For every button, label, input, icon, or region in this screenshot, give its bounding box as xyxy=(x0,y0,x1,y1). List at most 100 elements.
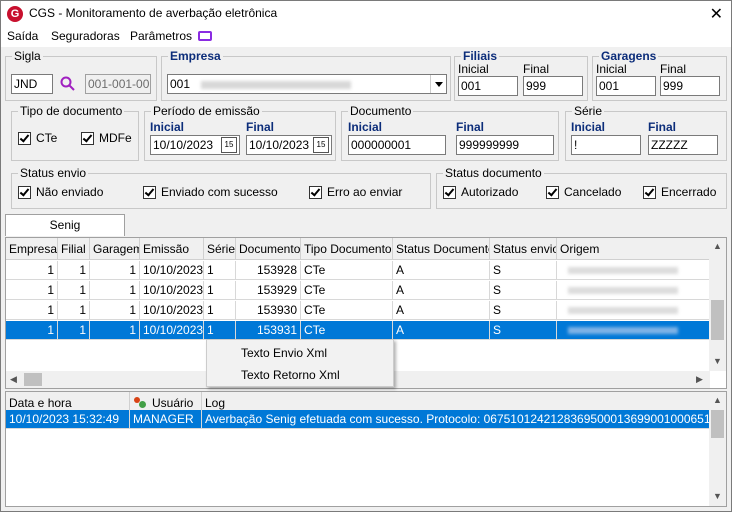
grid-header-tipo-documento[interactable]: Tipo Documento xyxy=(301,238,393,260)
cell-empresa: 1 xyxy=(6,261,58,280)
serie-caption: Série xyxy=(572,104,605,118)
cell-serie: 1 xyxy=(204,261,236,280)
menu-seguradoras[interactable]: Seguradoras xyxy=(51,29,120,43)
empresa-group: Empresa 001 xyxy=(161,49,451,101)
tab-senig[interactable]: Senig xyxy=(5,214,125,236)
cell-status-envio: S xyxy=(490,321,557,340)
log-scroll-thumb[interactable] xyxy=(711,410,724,438)
context-menu: Texto Envio Xml Texto Retorno Xml xyxy=(206,339,394,387)
log-row[interactable]: 10/10/2023 15:32:49 MANAGER Averbação Se… xyxy=(6,410,710,429)
cell-origem xyxy=(557,301,710,320)
sigla-caption: Sigla xyxy=(12,49,43,63)
periodo-final-input[interactable]: 10/10/2023 15 xyxy=(246,135,332,155)
documento-inicial-input[interactable]: 000000001 xyxy=(348,135,446,155)
nao-enviado-label: Não enviado xyxy=(36,185,104,199)
empresa-dropdown-button[interactable] xyxy=(430,75,446,93)
close-button[interactable]: ✕ xyxy=(710,4,723,24)
scroll-up-icon[interactable]: ▲ xyxy=(713,241,722,251)
enviado-checkbox[interactable]: Enviado com sucesso xyxy=(143,185,278,199)
scroll-down-icon[interactable]: ▼ xyxy=(713,356,722,366)
cell-tipo: CTe xyxy=(301,261,393,280)
sigla-input[interactable]: JND xyxy=(11,74,53,94)
mdfe-label: MDFe xyxy=(99,131,132,145)
nao-enviado-checkbox[interactable]: Não enviado xyxy=(18,185,103,199)
menu-item-texto-retorno-xml[interactable]: Texto Retorno Xml xyxy=(241,368,340,382)
table-row[interactable]: 1 1 1 10/10/2023 1 153929 CTe A S xyxy=(6,281,710,300)
grid-header-status-envio[interactable]: Status envio xyxy=(490,238,557,260)
calendar-icon[interactable]: 15 xyxy=(313,137,329,153)
cell-status-envio: S xyxy=(490,281,557,300)
app-logo-icon: G xyxy=(7,6,23,22)
grid-header-garagem[interactable]: Garagem xyxy=(90,238,140,260)
cell-empresa: 1 xyxy=(6,301,58,320)
grid-header-serie[interactable]: Série xyxy=(204,238,236,260)
cancelado-checkbox[interactable]: Cancelado xyxy=(546,185,621,199)
empresa-select[interactable]: 001 xyxy=(167,74,447,94)
cell-filial: 1 xyxy=(58,321,90,340)
table-row-selected[interactable]: 1 1 1 10/10/2023 1 153931 CTe A S xyxy=(6,321,710,340)
monitor-icon[interactable] xyxy=(198,31,212,41)
scroll-thumb[interactable] xyxy=(711,300,724,340)
menu-item-texto-envio-xml[interactable]: Texto Envio Xml xyxy=(241,346,327,360)
cte-checkbox[interactable]: CTe xyxy=(18,131,57,145)
serie-final-input[interactable]: ZZZZZ xyxy=(648,135,718,155)
cell-status-doc: A xyxy=(393,321,490,340)
documento-final-input[interactable]: 999999999 xyxy=(456,135,554,155)
cell-status-envio: S xyxy=(490,261,557,280)
menu-saida[interactable]: Saída xyxy=(7,29,38,43)
garagens-final-input[interactable]: 999 xyxy=(660,76,720,96)
serie-inicial-input[interactable]: ! xyxy=(571,135,641,155)
cell-origem xyxy=(557,261,710,280)
filiais-final-input[interactable]: 999 xyxy=(523,76,583,96)
menu-bar: Saída Seguradoras Parâmetros xyxy=(1,27,731,47)
periodo-inicial-input[interactable]: 10/10/2023 15 xyxy=(150,135,240,155)
filiais-caption: Filiais xyxy=(461,49,500,63)
status-envio-group: Status envio Não enviado Enviado com suc… xyxy=(11,166,431,209)
log-vertical-scrollbar[interactable]: ▲ ▼ xyxy=(709,392,726,506)
chevron-down-icon xyxy=(435,82,443,87)
garagens-inicial-label: Inicial xyxy=(596,62,627,76)
mdfe-checkbox[interactable]: MDFe xyxy=(81,131,132,145)
log-cell-data: 10/10/2023 15:32:49 xyxy=(6,410,130,429)
grid-header-origem[interactable]: Origem xyxy=(557,238,710,260)
sigla-group: Sigla JND 001-001-001 xyxy=(5,49,157,101)
autorizado-checkbox[interactable]: Autorizado xyxy=(443,185,518,199)
grid-header-status-documento[interactable]: Status Documento xyxy=(393,238,490,260)
tipo-documento-caption: Tipo de documento xyxy=(18,104,125,118)
calendar-icon[interactable]: 15 xyxy=(221,137,237,153)
cell-documento: 153929 xyxy=(236,281,301,300)
search-icon[interactable] xyxy=(60,76,76,92)
hscroll-thumb[interactable] xyxy=(24,373,42,386)
cell-documento: 153928 xyxy=(236,261,301,280)
garagens-inicial-input[interactable]: 001 xyxy=(596,76,656,96)
cell-emissao: 10/10/2023 xyxy=(140,281,204,300)
cell-tipo: CTe xyxy=(301,321,393,340)
filiais-inicial-input[interactable]: 001 xyxy=(458,76,518,96)
grid-header-empresa[interactable]: Empresa xyxy=(6,238,58,260)
menu-parametros[interactable]: Parâmetros xyxy=(130,29,192,43)
grid-vertical-scrollbar[interactable]: ▲ ▼ xyxy=(709,238,726,371)
table-row[interactable]: 1 1 1 10/10/2023 1 153930 CTe A S xyxy=(6,301,710,320)
cell-empresa: 1 xyxy=(6,321,58,340)
cell-garagem: 1 xyxy=(90,281,140,300)
cell-emissao: 10/10/2023 xyxy=(140,321,204,340)
periodo-caption: Período de emissão xyxy=(151,104,262,118)
cell-empresa: 1 xyxy=(6,281,58,300)
erro-checkbox[interactable]: Erro ao enviar xyxy=(309,185,402,199)
cell-origem xyxy=(557,321,710,340)
table-row[interactable]: 1 1 1 10/10/2023 1 153928 CTe A S xyxy=(6,261,710,280)
cell-tipo: CTe xyxy=(301,301,393,320)
scroll-up-icon[interactable]: ▲ xyxy=(713,395,722,405)
cell-serie: 1 xyxy=(204,301,236,320)
empresa-caption: Empresa xyxy=(168,49,223,63)
grid-header-filial[interactable]: Filial xyxy=(58,238,90,260)
scroll-right-icon[interactable]: ▶ xyxy=(696,374,703,385)
cancelado-label: Cancelado xyxy=(564,185,622,199)
serie-group: Série Inicial Final ! ZZZZZ xyxy=(565,104,727,161)
encerrado-checkbox[interactable]: Encerrado xyxy=(643,185,716,199)
scroll-down-icon[interactable]: ▼ xyxy=(713,491,722,501)
grid-header-emissao[interactable]: Emissão xyxy=(140,238,204,260)
sigla-code-field: 001-001-001 xyxy=(85,74,151,94)
scroll-left-icon[interactable]: ◀ xyxy=(10,374,17,385)
grid-header-documento[interactable]: Documento xyxy=(236,238,301,260)
